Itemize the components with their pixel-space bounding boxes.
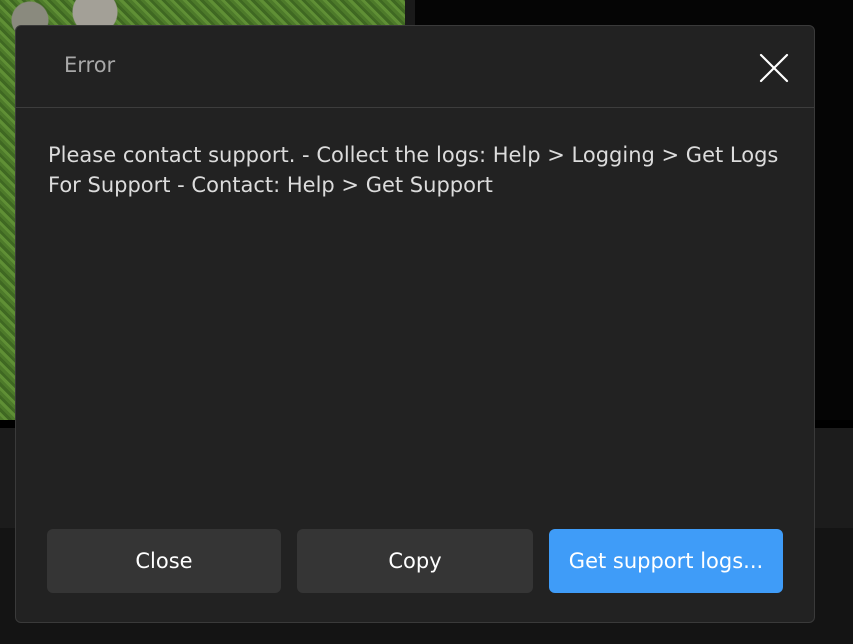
copy-button[interactable]: Copy <box>297 529 533 593</box>
dialog-title: Error <box>64 53 116 77</box>
close-button[interactable]: Close <box>47 529 281 593</box>
close-icon[interactable] <box>758 52 790 84</box>
get-support-logs-button[interactable]: Get support logs... <box>549 529 783 593</box>
error-message: Please contact support. - Collect the lo… <box>48 143 779 197</box>
close-icon-svg <box>759 53 789 83</box>
dialog-header: Error <box>16 26 814 108</box>
error-dialog: Error Please contact support. - Collect … <box>15 25 815 623</box>
